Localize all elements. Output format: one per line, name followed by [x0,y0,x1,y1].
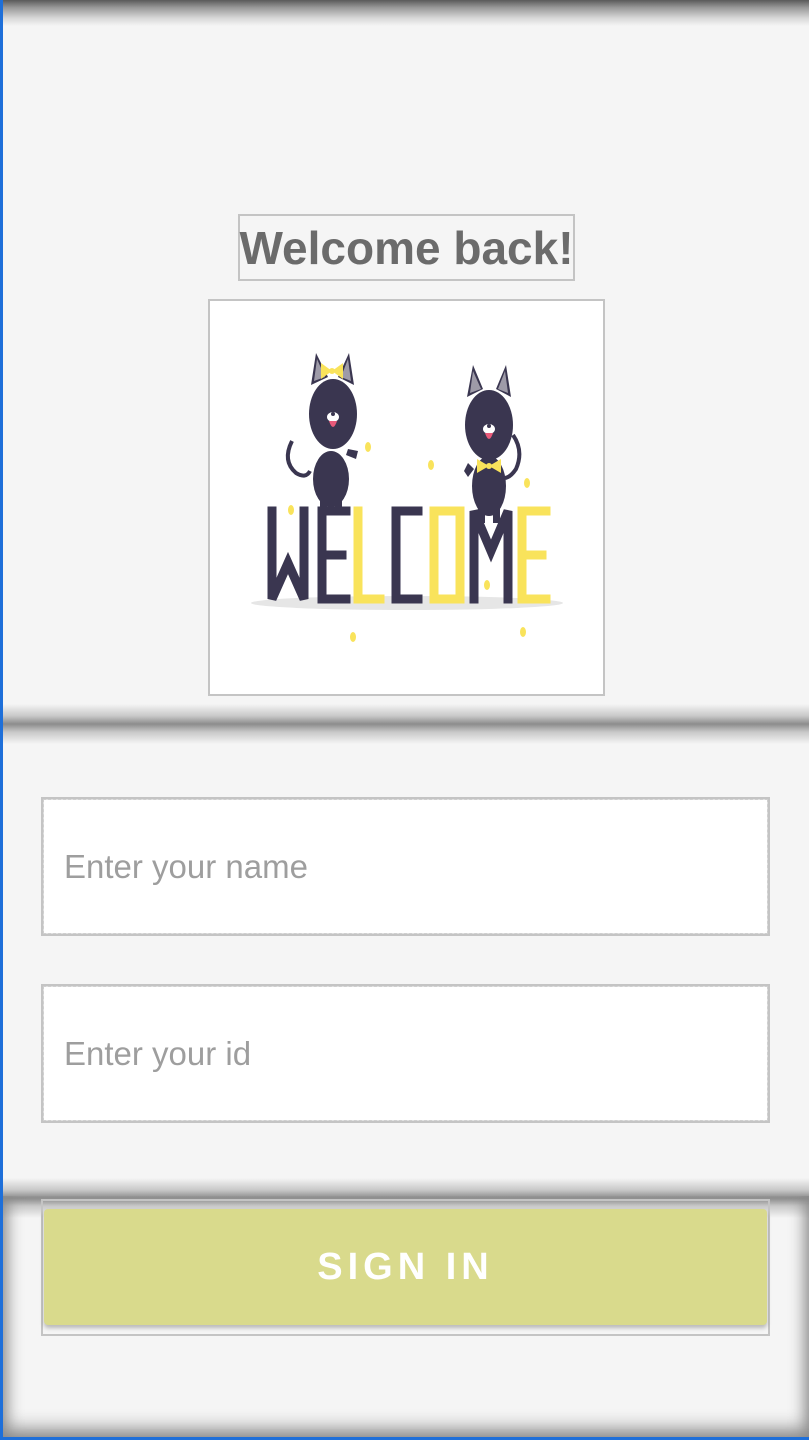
id-input[interactable] [43,986,768,1121]
title-container: Welcome back! [238,214,575,281]
section-divider [3,704,809,744]
sign-in-button[interactable]: SIGN IN [44,1209,767,1325]
name-input[interactable] [43,799,768,934]
top-shadow [3,0,809,26]
name-field[interactable] [41,797,770,936]
welcome-cats-image [251,353,563,642]
sign-in-container: SIGN IN [41,1199,770,1336]
welcome-illustration [208,299,605,696]
id-field[interactable] [41,984,770,1123]
page-title: Welcome back! [239,221,574,274]
